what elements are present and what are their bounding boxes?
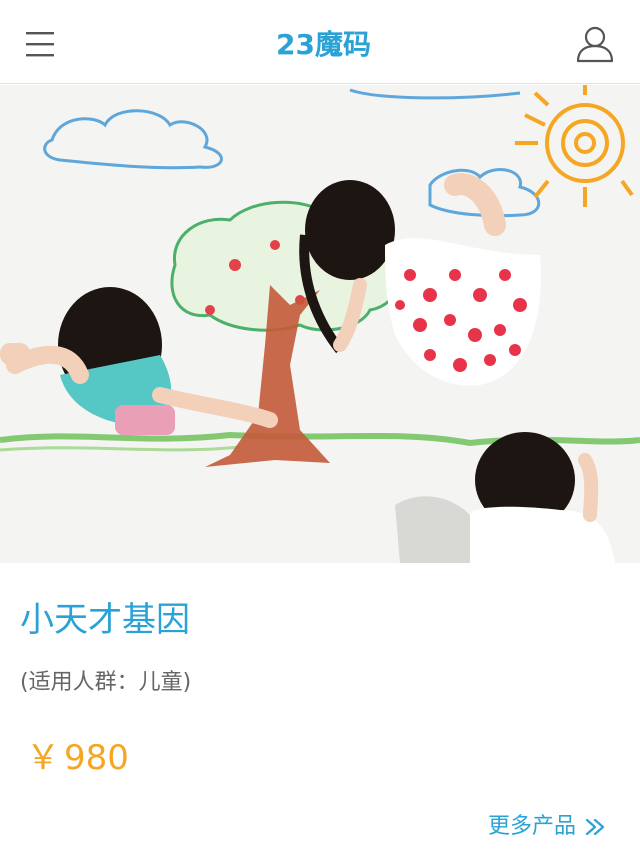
header-bar: 23魔码 (0, 0, 640, 84)
currency-symbol: ￥ (26, 738, 60, 778)
hero-image (0, 85, 640, 563)
price-value: 980 (64, 738, 129, 778)
children-drawing-image (0, 85, 640, 563)
logo-text: 23魔码 (276, 28, 371, 61)
user-profile-icon[interactable] (575, 24, 615, 64)
double-chevron-right-icon (585, 818, 605, 836)
more-products-link[interactable]: 更多产品 (488, 812, 606, 842)
more-products-label: 更多产品 (487, 814, 576, 839)
product-audience: (适用人群：儿童) (20, 670, 192, 695)
product-title: 小天才基因 (20, 600, 190, 640)
brand-logo[interactable]: 23魔码 (276, 28, 371, 62)
product-price: ￥ 980 (26, 736, 129, 780)
hamburger-menu-icon[interactable] (26, 31, 54, 57)
page: 23魔码 小天才基因 (适用人群：儿童) ￥ 980 更多产品 (0, 0, 640, 862)
